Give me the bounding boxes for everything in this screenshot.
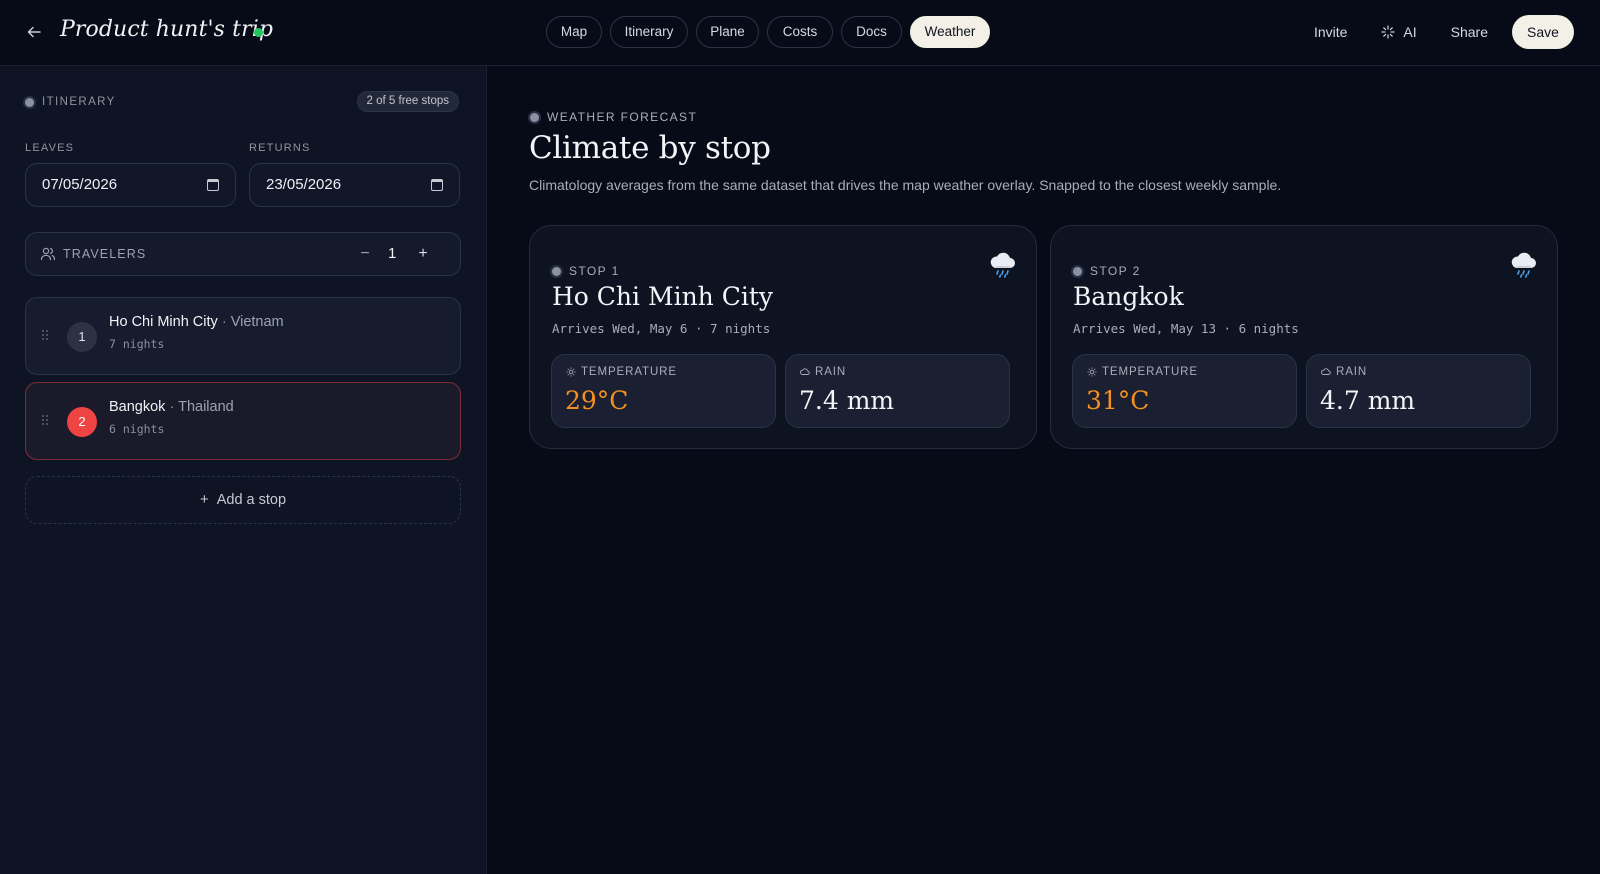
view-tabs: Map Itinerary Plane Costs Docs Weather xyxy=(546,16,990,48)
drag-handle-icon[interactable] xyxy=(41,414,49,426)
weather-forecast-heading: WEATHER FORECAST xyxy=(530,110,697,124)
stop-label-text: STOP 1 xyxy=(569,264,620,278)
invite-button[interactable]: Invite xyxy=(1300,15,1361,49)
users-icon xyxy=(40,247,56,261)
sparkle-icon xyxy=(1381,25,1396,39)
trip-title[interactable]: Product hunt's trip xyxy=(60,17,273,42)
cloud-icon xyxy=(1321,368,1331,375)
temperature-label-text: TEMPERATURE xyxy=(581,366,677,378)
rain-cloud-icon xyxy=(1511,252,1536,278)
add-stop-label: Add a stop xyxy=(216,492,287,508)
tab-costs[interactable]: Costs xyxy=(767,16,833,48)
stop-city: Bangkok xyxy=(109,399,166,415)
status-dot xyxy=(254,28,263,37)
rain-label-text: RAIN xyxy=(1336,366,1368,378)
stop-card-2[interactable]: 2 Bangkok · Thailand 6 nights xyxy=(25,382,461,460)
temperature-metric: TEMPERATURE 31°C xyxy=(1072,354,1297,428)
rain-metric: RAIN 7.4 mm xyxy=(785,354,1010,428)
travelers-stepper: TRAVELERS − 1 + xyxy=(25,232,461,276)
tab-weather[interactable]: Weather xyxy=(910,16,990,48)
weather-card-stop-1: STOP 1 Ho Chi Minh City Arrives Wed, May… xyxy=(529,225,1037,449)
stop-title: Bangkok · Thailand xyxy=(109,399,234,415)
bullet-icon xyxy=(530,112,539,122)
stop-country: Vietnam xyxy=(230,314,284,330)
returns-date-input[interactable]: 23/05/2026 xyxy=(249,163,460,207)
weather-panel: WEATHER FORECAST Climate by stop Climato… xyxy=(488,66,1600,874)
stop-arrival: Arrives Wed, May 6 · 7 nights xyxy=(552,321,771,336)
stop-number: 1 xyxy=(67,322,97,352)
ai-label: AI xyxy=(1403,24,1417,40)
stop-nights: 7 nights xyxy=(109,337,165,351)
stop-city-name: Bangkok xyxy=(1073,282,1184,311)
rain-metric: RAIN 4.7 mm xyxy=(1306,354,1531,428)
stop-separator: · xyxy=(169,399,175,415)
stop-country: Thailand xyxy=(178,399,234,415)
arrow-left-icon xyxy=(27,26,41,38)
calendar-icon[interactable] xyxy=(431,179,443,191)
returns-label: RETURNS xyxy=(249,142,311,154)
sun-icon xyxy=(566,367,576,377)
rain-cloud-icon xyxy=(990,252,1015,278)
bullet-icon xyxy=(552,266,561,276)
rain-label: RAIN xyxy=(800,366,846,378)
rain-value: 4.7 mm xyxy=(1320,386,1416,415)
free-stops-badge: 2 of 5 free stops xyxy=(356,91,459,112)
rain-label: RAIN xyxy=(1321,366,1367,378)
temperature-metric: TEMPERATURE 29°C xyxy=(551,354,776,428)
tab-docs[interactable]: Docs xyxy=(841,16,902,48)
temperature-label: TEMPERATURE xyxy=(1087,366,1198,378)
bullet-icon xyxy=(1073,266,1082,276)
tab-itinerary[interactable]: Itinerary xyxy=(610,16,688,48)
tab-map[interactable]: Map xyxy=(546,16,602,48)
share-button[interactable]: Share xyxy=(1437,15,1502,49)
temperature-label: TEMPERATURE xyxy=(566,366,677,378)
travelers-label: TRAVELERS xyxy=(63,247,147,261)
drag-handle-icon[interactable] xyxy=(41,329,49,341)
add-stop-button[interactable]: + Add a stop xyxy=(25,476,461,524)
page-subtitle: Climatology averages from the same datas… xyxy=(529,177,1282,193)
back-button[interactable] xyxy=(22,20,46,44)
increment-travelers-button[interactable]: + xyxy=(412,243,434,265)
stop-nights: 6 nights xyxy=(109,422,165,436)
rain-value: 7.4 mm xyxy=(799,386,895,415)
plus-icon: + xyxy=(199,491,209,508)
weather-card-stop-2: STOP 2 Bangkok Arrives Wed, May 13 · 6 n… xyxy=(1050,225,1558,449)
weather-forecast-label: WEATHER FORECAST xyxy=(547,110,698,124)
leaves-date-value: 07/05/2026 xyxy=(42,176,118,193)
leaves-label: LEAVES xyxy=(25,142,75,154)
stop-number: 2 xyxy=(67,407,97,437)
stop-label: STOP 2 xyxy=(1073,264,1141,278)
tab-plane[interactable]: Plane xyxy=(696,16,759,48)
stop-label-text: STOP 2 xyxy=(1090,264,1141,278)
temperature-value: 31°C xyxy=(1086,386,1150,415)
stop-city: Ho Chi Minh City xyxy=(109,314,218,330)
stop-label: STOP 1 xyxy=(552,264,620,278)
temperature-value: 29°C xyxy=(565,386,629,415)
stop-city-name: Ho Chi Minh City xyxy=(552,282,774,311)
bullet-icon xyxy=(25,97,34,107)
stop-separator: · xyxy=(221,314,227,330)
save-button[interactable]: Save xyxy=(1512,15,1574,49)
returns-date-value: 23/05/2026 xyxy=(266,176,342,193)
cloud-icon xyxy=(800,368,810,375)
itinerary-heading: ITINERARY xyxy=(25,96,116,108)
sun-icon xyxy=(1087,367,1097,377)
stop-title: Ho Chi Minh City · Vietnam xyxy=(109,314,284,330)
rain-label-text: RAIN xyxy=(815,366,847,378)
ai-button[interactable]: AI xyxy=(1367,15,1430,49)
decrement-travelers-button[interactable]: − xyxy=(354,243,376,265)
leaves-date-input[interactable]: 07/05/2026 xyxy=(25,163,236,207)
itinerary-sidebar: ITINERARY 2 of 5 free stops LEAVES 07/05… xyxy=(0,66,487,874)
travelers-count: 1 xyxy=(388,245,397,262)
page-title: Climate by stop xyxy=(529,130,771,166)
itinerary-heading-text: ITINERARY xyxy=(42,96,116,108)
top-actions: Invite AI Share Save xyxy=(1300,15,1574,49)
temperature-label-text: TEMPERATURE xyxy=(1102,366,1198,378)
stop-arrival: Arrives Wed, May 13 · 6 nights xyxy=(1073,321,1299,336)
calendar-icon[interactable] xyxy=(207,179,219,191)
stop-card-1[interactable]: 1 Ho Chi Minh City · Vietnam 7 nights xyxy=(25,297,461,375)
top-bar: Product hunt's trip Map Itinerary Plane … xyxy=(0,0,1600,66)
